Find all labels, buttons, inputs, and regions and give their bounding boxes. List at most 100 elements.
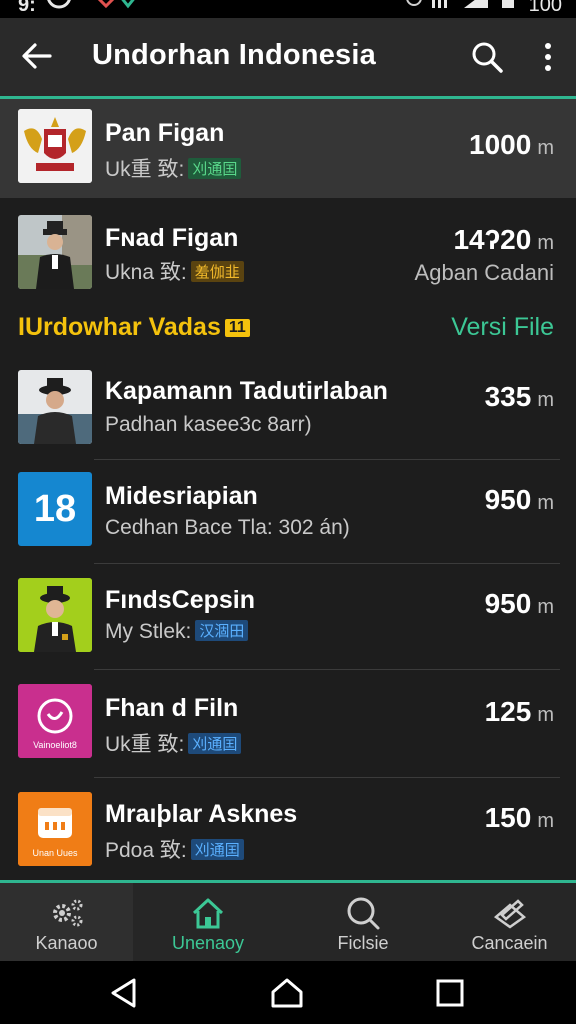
item-extra-label: Aɡban Cadani	[414, 260, 554, 285]
edit-icon	[493, 899, 526, 929]
item-tag: 汉涸田	[195, 620, 249, 641]
item-subtitle: Uk重 致: 刈通囯	[105, 728, 242, 758]
tab-label: Unenaoy	[171, 933, 245, 953]
item-value: 150 m	[485, 802, 554, 834]
person-thumbnail	[18, 578, 92, 652]
list-item[interactable]: Fɴad Figan Ukna 致: 羞伽韭 14ʔ20 m Aɡban Cadan…	[0, 200, 576, 304]
number-thumbnail: 18	[18, 472, 92, 546]
item-value-unit: m	[537, 810, 554, 832]
item-value-unit: m	[537, 704, 554, 726]
thumbnail-caption: Unan Uues	[32, 848, 78, 858]
item-value-number: 150	[484, 802, 532, 833]
list-item[interactable]: 18 Midesriapian Cedhan Bace Tla: 302 án)…	[0, 460, 576, 564]
list-item[interactable]: Kapamann Tadutirlaban Padhan kasee3c 8ar…	[0, 355, 576, 460]
item-value-number: 950	[484, 588, 532, 619]
item-value-number: 125	[484, 696, 532, 727]
coat-of-arms-icon	[18, 109, 92, 183]
system-navigation-bar	[0, 961, 576, 1024]
search-icon	[347, 897, 380, 930]
item-value-number: 14ʔ20	[453, 224, 532, 255]
arrow-left-icon[interactable]	[20, 38, 54, 74]
recents-square-icon[interactable]	[432, 975, 468, 1011]
item-value-unit: m	[537, 389, 554, 411]
item-value: 1000 m	[469, 129, 554, 161]
item-value-number: 335	[484, 381, 532, 412]
status-time: 9:	[18, 0, 36, 16]
wifi-icon	[464, 0, 488, 8]
item-value: 950 m	[485, 484, 554, 516]
more-vert-icon[interactable]	[538, 40, 558, 74]
item-name: Fhan d Filn	[105, 694, 239, 722]
item-value-unit: m	[537, 492, 554, 514]
tab-unenaoy[interactable]: Unenaoy	[133, 883, 283, 961]
tab-kanaoo[interactable]: Kanaoo	[0, 883, 133, 961]
tab-ficlsie[interactable]: Ficlsie	[283, 883, 443, 961]
home-button-icon[interactable]	[269, 975, 305, 1011]
item-subtitle-text: Uk重 致:	[105, 158, 185, 181]
status-bar: 9: 100	[0, 0, 576, 18]
versi-file-link[interactable]: Versi File	[451, 313, 554, 342]
list-item[interactable]: FındsCepsin My Stlek: 汉涸田 950 m	[0, 564, 576, 670]
search-icon[interactable]	[470, 40, 504, 74]
section-title: IUrdowhar Vadas 11	[18, 313, 250, 342]
person-thumbnail	[18, 215, 92, 289]
item-value-number: 950	[484, 484, 532, 515]
bottom-navigation: Kanaoo Unenaoy Ficlsie Cancaein	[0, 883, 576, 961]
notification-icon	[47, 0, 71, 9]
item-value-number: 1000	[469, 129, 532, 160]
tab-label: Kanaoo	[35, 933, 98, 953]
list-item[interactable]: Vainoeliot8 Fhan d Filn Uk重 致: 刈通囯 125 m	[0, 670, 576, 778]
item-subtitle-text: My Stlek:	[105, 620, 192, 643]
item-value: 125 m	[485, 696, 554, 728]
battery-icon	[502, 0, 514, 8]
person-thumbnail	[18, 370, 92, 444]
item-value-unit: m	[537, 596, 554, 618]
item-subtitle: Uk重 致: 刈通囯	[105, 153, 242, 183]
item-value: 335 m	[485, 381, 554, 413]
item-value: 950 m	[485, 588, 554, 620]
item-name: Midesriapian	[105, 482, 258, 510]
item-name: Fɴad Figan	[105, 224, 239, 252]
app-thumbnail: Vainoeliot8	[18, 684, 92, 758]
tab-cancaein[interactable]: Cancaein	[443, 883, 576, 961]
tab-label: Ficlsie	[337, 933, 389, 953]
person-photo-icon	[18, 578, 92, 652]
settings-gears-icon	[52, 899, 82, 927]
thumbnail-caption: Vainoeliot8	[33, 740, 77, 750]
page-title: Undorhan Indonesia	[92, 39, 376, 71]
person-photo-icon	[18, 370, 92, 444]
item-subtitle-text: Ukna 致:	[105, 261, 187, 284]
back-triangle-icon[interactable]	[106, 975, 142, 1011]
item-name: Kapamann Tadutirlaban	[105, 377, 388, 405]
section-badge: 11	[224, 319, 250, 337]
list-item[interactable]: Unan Uues Mraıþlar Asknes Pdoa 致: 刈通囯 150…	[0, 778, 576, 880]
list-item[interactable]: Pan Figan Uk重 致: 刈通囯 1000 m	[0, 99, 576, 198]
app-thumbnail: Unan Uues	[18, 792, 92, 866]
item-tag: 刈通囯	[188, 158, 242, 179]
item-tag: 刈通囯	[190, 839, 244, 860]
home-icon	[192, 898, 224, 929]
item-tag: 羞伽韭	[190, 261, 244, 282]
item-subtitle: My Stlek: 汉涸田	[105, 620, 249, 644]
signal-icon	[432, 0, 447, 8]
item-name: Mraıþlar Asknes	[105, 800, 298, 828]
item-subtitle: Pdoa 致: 刈通囯	[105, 834, 244, 864]
coat-of-arms-thumbnail	[18, 109, 92, 183]
battery-level: 100	[528, 0, 562, 16]
app-notification-icon	[97, 0, 135, 9]
section-title-text: IUrdowhar Vadas	[18, 313, 221, 341]
item-name: Pan Figan	[105, 119, 225, 147]
item-subtitle: Padhan kasee3c 8arr)	[105, 413, 312, 436]
item-value-unit: m	[537, 137, 554, 159]
person-photo-icon	[18, 215, 92, 289]
section-header: IUrdowhar Vadas 11 Versi File	[0, 305, 576, 351]
tab-label: Cancaein	[471, 933, 548, 953]
item-subtitle-text: Pdoa 致:	[105, 839, 187, 862]
item-subtitle-text: Uk重 致:	[105, 733, 185, 756]
item-tag: 刈通囯	[188, 733, 242, 754]
item-subtitle: Cedhan Bace Tla: 302 án)	[105, 516, 350, 539]
item-name: FındsCepsin	[105, 586, 256, 614]
app-bar: Undorhan Indonesia	[0, 18, 576, 96]
settings-status-icon	[406, 0, 422, 6]
item-value: 14ʔ20 m	[453, 224, 554, 256]
